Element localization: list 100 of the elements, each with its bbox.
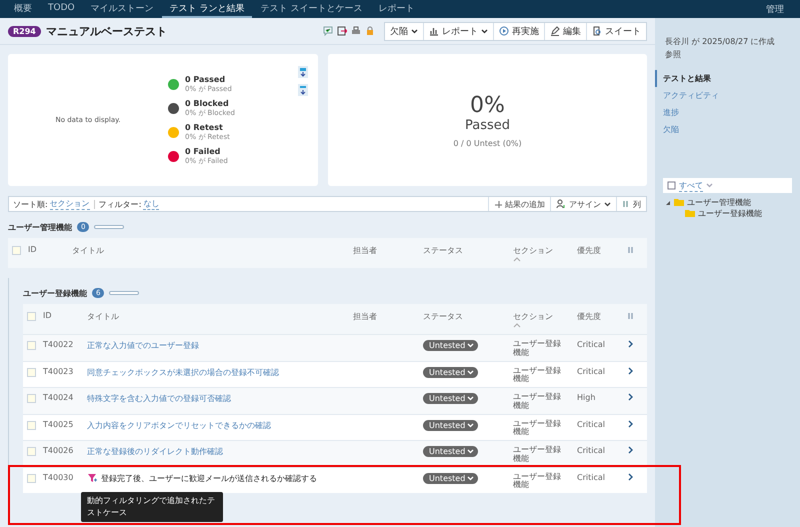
priority: Critical xyxy=(577,420,606,428)
section-title: ユーザー登録機能 xyxy=(23,288,87,298)
pencil-icon xyxy=(550,26,560,36)
status-dropdown[interactable]: Untested xyxy=(423,420,478,430)
image-download-icon xyxy=(298,66,308,78)
checkbox[interactable] xyxy=(27,474,36,482)
priority: Critical xyxy=(577,366,606,376)
column-header: 担当者 xyxy=(353,311,378,322)
sort-up-icon xyxy=(513,256,521,263)
nav-tab[interactable]: テスト ランと結果 xyxy=(162,0,252,18)
status-dropdown[interactable]: Untested xyxy=(423,393,478,404)
caret-icon xyxy=(467,476,474,480)
tree-item[interactable]: ユーザー登録機能 xyxy=(698,208,762,219)
comment-check-icon xyxy=(323,26,333,36)
pass-label: Passed xyxy=(464,118,510,132)
columns-icon xyxy=(627,311,635,321)
caret-icon xyxy=(481,28,488,34)
admin-link[interactable]: 管理 xyxy=(766,0,794,18)
section-name: ユーザー登録機能 xyxy=(513,366,562,384)
play-icon xyxy=(499,26,509,36)
status-dropdown[interactable]: Untested xyxy=(423,366,478,378)
legend-count: 0 Passed xyxy=(185,74,226,84)
chevron-right-icon xyxy=(627,340,634,348)
checkbox[interactable] xyxy=(27,420,36,430)
tree-filter-link[interactable]: すべて xyxy=(679,180,703,192)
column-header: 優先度 xyxy=(577,311,602,322)
bar-chart-icon xyxy=(429,26,439,36)
column-header: ステータス xyxy=(423,311,464,322)
tree-item[interactable]: ユーザー管理機能 xyxy=(687,197,751,208)
caret-icon xyxy=(467,422,474,428)
pass-percentage: 0% xyxy=(470,92,505,118)
checkbox[interactable] xyxy=(27,447,36,456)
sort-up-icon xyxy=(513,322,521,329)
case-id: T40023 xyxy=(43,366,74,376)
case-title[interactable]: 正常な登録後のリダイレクト動作確認 xyxy=(87,446,223,457)
columns-icon xyxy=(627,245,635,255)
filter-link[interactable]: なし xyxy=(143,198,160,210)
column-header: タイトル xyxy=(72,245,105,256)
nav-tab[interactable]: TODO xyxy=(40,0,83,18)
column-header: ステータス xyxy=(423,245,464,256)
expanded-triangle-icon[interactable] xyxy=(665,200,671,206)
sort-label: ソート順: xyxy=(12,198,48,210)
caret-icon xyxy=(467,343,474,348)
case-title[interactable]: 同意チェックボックスが未選択の場合の登録不可確認 xyxy=(87,366,279,378)
document-search-icon xyxy=(592,26,602,36)
checkbox[interactable] xyxy=(27,394,36,403)
status-dropdown[interactable]: Untested xyxy=(423,472,478,484)
column-header: 優先度 xyxy=(577,245,602,256)
csv-download-icon xyxy=(298,84,308,96)
section-title: ユーザー管理機能 xyxy=(8,222,72,232)
column-header: 担当者 xyxy=(353,245,378,256)
case-id: T40025 xyxy=(43,420,74,428)
case-title[interactable]: 登録完了後、ユーザーに歓迎メールが送信されるか確認する xyxy=(101,472,317,484)
nav-tab[interactable]: マイルストーン xyxy=(82,0,162,18)
filter-box-icon xyxy=(667,181,676,190)
checkbox[interactable] xyxy=(27,312,36,321)
caret-icon xyxy=(467,396,474,401)
priority: Critical xyxy=(577,472,606,482)
case-id: T40030 xyxy=(43,472,74,482)
nav-tab[interactable]: 概要 xyxy=(6,0,40,18)
section-name: ユーザー登録機能 xyxy=(513,420,562,438)
section-name: ユーザー登録機能 xyxy=(513,446,562,464)
sort-link[interactable]: セクション xyxy=(50,198,90,210)
case-id: T40022 xyxy=(43,340,74,349)
legend-count: 0 Retest xyxy=(185,122,224,132)
caret-icon xyxy=(706,183,713,188)
caret-icon xyxy=(411,28,418,34)
nav-tab[interactable]: テスト スイートとケース xyxy=(252,0,370,18)
status-dropdown[interactable]: Untested xyxy=(423,446,478,457)
case-id: T40026 xyxy=(43,446,74,455)
plus-icon xyxy=(494,200,502,208)
run-id-badge: R294 xyxy=(8,26,41,36)
checkbox[interactable] xyxy=(12,246,21,255)
column-header: ID xyxy=(28,245,38,254)
chevron-right-icon xyxy=(627,472,634,480)
chevron-right-icon xyxy=(627,366,634,374)
reference-link[interactable]: 参照 xyxy=(655,49,800,60)
chevron-right-icon xyxy=(627,393,634,401)
chevron-right-icon xyxy=(627,446,634,454)
caret-icon xyxy=(467,370,474,374)
case-title[interactable]: 入力内容をクリアボタンでリセットできるかの確認 xyxy=(87,420,271,430)
columns-icon xyxy=(622,199,630,209)
page-title: マニュアルベーステスト xyxy=(46,24,167,38)
column-header[interactable]: セクション xyxy=(513,245,577,256)
person-icon xyxy=(556,199,566,209)
column-header[interactable]: セクション xyxy=(513,311,577,322)
caret-icon xyxy=(604,202,611,206)
priority: High xyxy=(577,393,596,402)
status-dropdown[interactable]: Untested xyxy=(423,340,478,351)
case-title[interactable]: 正常な入力値でのユーザー登録 xyxy=(87,340,199,351)
section-name: ユーザー登録機能 xyxy=(513,340,562,358)
export-icon xyxy=(337,26,347,36)
nav-tab[interactable]: レポート xyxy=(370,0,422,18)
legend-count: 0 Failed xyxy=(185,146,222,156)
case-title[interactable]: 特殊文字を含む入力値での登録可否確認 xyxy=(87,393,231,404)
sidebar-tab[interactable]: テストと結果 xyxy=(655,70,800,87)
section-name: ユーザー登録機能 xyxy=(513,472,562,490)
priority: Critical xyxy=(577,446,606,455)
checkbox[interactable] xyxy=(27,368,36,376)
checkbox[interactable] xyxy=(27,341,36,350)
